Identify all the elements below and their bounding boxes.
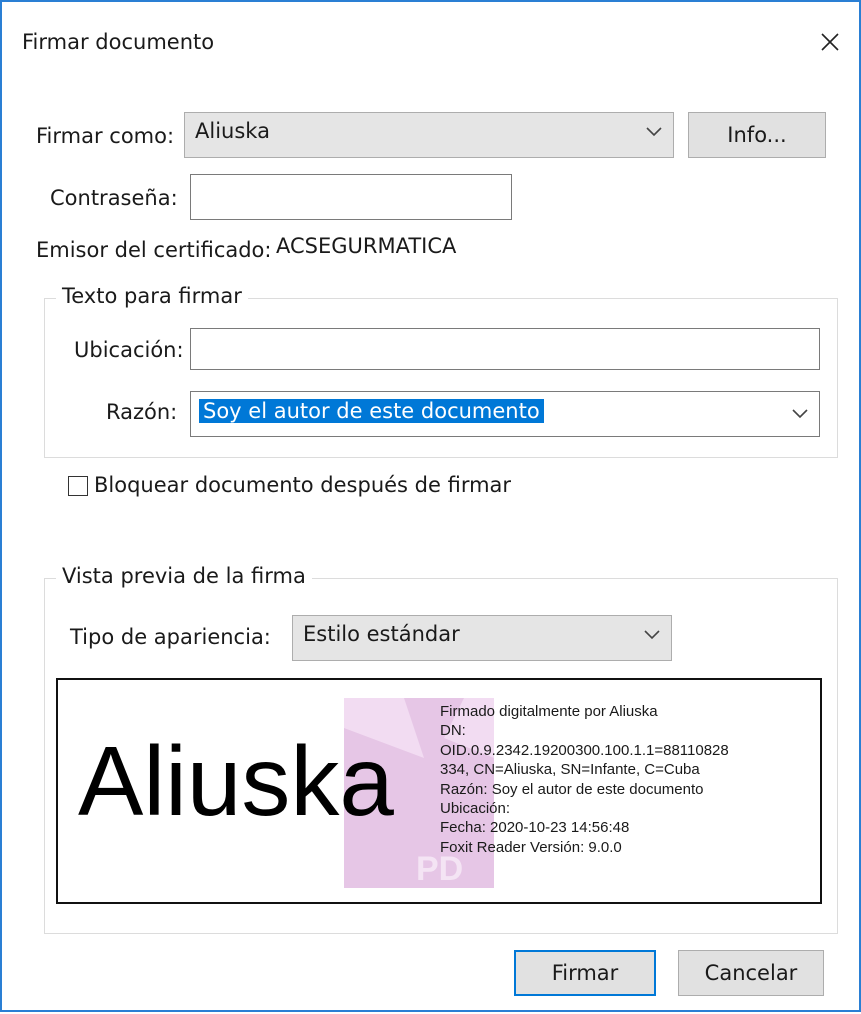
reason-value: Soy el autor de este documento [199, 399, 544, 423]
signature-name: Aliuska [78, 726, 394, 836]
lock-document-checkbox[interactable] [68, 476, 88, 496]
sign-as-label: Firmar como: [36, 124, 175, 148]
signature-detail-line: Firmado digitalmente por Aliuska [440, 703, 658, 720]
signature-detail-line: 334, CN=Aliuska, SN=Infante, C=Cuba [440, 761, 700, 779]
signature-detail-line: Foxit Reader Versión: 9.0.0 [440, 838, 622, 856]
reason-combobox[interactable]: Soy el autor de este documento [190, 391, 820, 437]
sign-as-dropdown[interactable]: Aliuska [184, 112, 674, 158]
chevron-down-icon [646, 127, 662, 137]
cancel-button[interactable]: Cancelar [678, 950, 824, 996]
close-button[interactable] [808, 20, 852, 64]
lock-document-label[interactable]: Bloquear documento después de firmar [94, 473, 511, 497]
signature-details: Firmado digitalmente por Aliuska DN: OID… [440, 702, 729, 857]
issuer-label: Emisor del certificado: [36, 238, 272, 262]
location-input[interactable] [190, 328, 820, 370]
signature-detail-line: OID.0.9.2342.19200300.100.1.1=88110828 [440, 741, 729, 759]
text-to-sign-legend: Texto para firmar [56, 284, 248, 308]
signature-preview-legend: Vista previa de la firma [56, 564, 312, 588]
signature-detail-line: Fecha: 2020-10-23 14:56:48 [440, 819, 630, 837]
info-button[interactable]: Info... [688, 112, 826, 158]
title-bar: Firmar documento [2, 2, 859, 82]
location-label: Ubicación: [74, 338, 184, 362]
appearance-type-dropdown[interactable]: Estilo estándar [292, 615, 672, 661]
signature-detail-line: Razón: Soy el autor de este documento [440, 780, 704, 798]
chevron-down-icon [644, 630, 660, 640]
password-input[interactable] [190, 174, 512, 220]
sign-document-dialog: Firmar documento Firmar como: Aliuska In… [0, 0, 861, 1012]
reason-label: Razón: [106, 400, 178, 424]
sign-button[interactable]: Firmar [514, 950, 656, 996]
issuer-value: ACSEGURMATICA [276, 234, 457, 258]
appearance-type-value: Estilo estándar [303, 622, 460, 646]
signature-detail-line: Ubicación: [440, 800, 511, 818]
chevron-down-icon [792, 409, 808, 419]
close-icon [821, 33, 839, 51]
appearance-type-label: Tipo de apariencia: [70, 625, 271, 649]
sign-as-value: Aliuska [195, 119, 270, 143]
signature-preview: PD Aliuska Firmado digitalmente por Aliu… [56, 678, 822, 904]
signature-detail-line: DN: [440, 722, 466, 740]
dialog-title: Firmar documento [22, 30, 215, 54]
password-label: Contraseña: [50, 186, 178, 210]
